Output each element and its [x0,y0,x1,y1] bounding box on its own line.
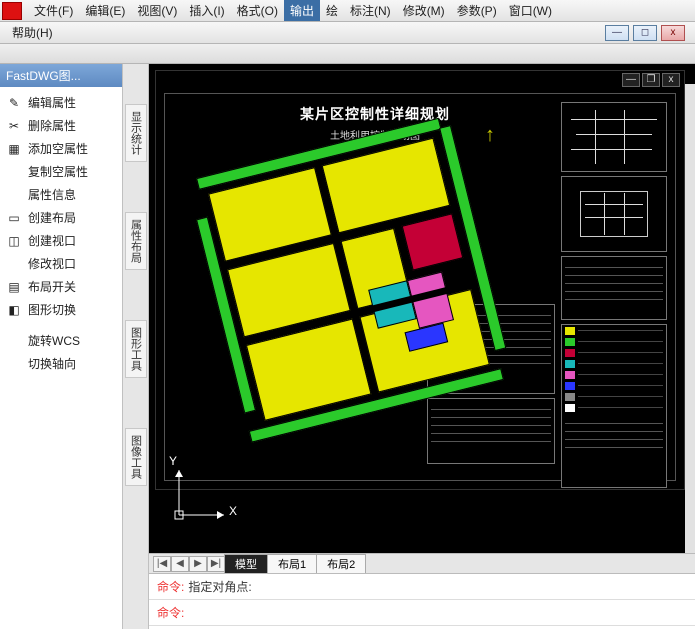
menu-edit[interactable]: 编辑(E) [79,0,131,21]
panel-item-label: 编辑属性 [28,94,76,111]
menu-modify[interactable]: 修改(M) [397,0,451,21]
legend-panel [561,324,667,488]
grid-icon: ▦ [6,141,22,157]
app-icon [2,2,22,20]
minimize-button[interactable]: — [605,25,629,41]
panel-item-add-attr[interactable]: ▦ 添加空属性 [0,137,122,160]
drawing-canvas[interactable]: — ❐ x 某片区控制性详细规划 土地利用控制规划图 ↑ [149,64,695,553]
vtab-attr-layout[interactable]: 属性布局 [125,212,147,270]
menu-draw[interactable]: 绘 [320,0,344,21]
panel-item-switch-drawing[interactable]: ◧ 图形切换 [0,298,122,321]
main-area: FastDWG图... ✎ 编辑属性 ✂ 删除属性 ▦ 添加空属性 复制空属性 属性信… [0,64,695,629]
north-arrow-icon: ↑ [485,124,495,147]
vertical-tabs: 显示统计 属性布局 图形工具 图像工具 [123,64,149,629]
blank-icon [6,187,22,203]
menu-bar-2: 帮助(H) — ◻ x [0,22,695,44]
panel-item-label: 旋转WCS [28,332,80,349]
panel-item-label: 创建布局 [28,209,76,226]
panel-item-del-attr[interactable]: ✂ 删除属性 [0,114,122,137]
layout-tab-model[interactable]: 模型 [224,554,268,574]
vtab-image-tools[interactable]: 图像工具 [125,428,147,486]
viewport-icon: ◫ [6,233,22,249]
panel-item-label: 删除属性 [28,117,76,134]
menu-param[interactable]: 参数(P) [451,0,503,21]
ucs-x-label: X [229,504,237,518]
ucs-y-label: Y [169,454,177,468]
maximize-button[interactable]: ◻ [633,25,657,41]
panel-item-label: 布局开关 [28,278,76,295]
close-button[interactable]: x [661,25,685,41]
panel-item-rotate-wcs[interactable]: 旋转WCS [0,329,122,352]
panel-item-label: 切换轴向 [28,355,76,372]
blank-icon [6,256,22,272]
vtab-graphic-tools[interactable]: 图形工具 [125,320,147,378]
toolbar-strip [0,44,695,64]
drawing-sheet: 某片区控制性详细规划 土地利用控制规划图 ↑ [164,93,676,481]
panel-item-label: 修改视口 [28,255,76,272]
panel-item-info-attr[interactable]: 属性信息 [0,183,122,206]
menu-file[interactable]: 文件(F) [28,0,79,21]
menu-insert[interactable]: 插入(I) [183,0,230,21]
switch-icon: ◧ [6,302,22,318]
menu-annotate[interactable]: 标注(N) [344,0,397,21]
blank-icon [6,333,22,349]
panel-item-mod-viewport[interactable]: 修改视口 [0,252,122,275]
vtab-stats[interactable]: 显示统计 [125,104,147,162]
menu-output[interactable]: 输出 [284,0,320,21]
pencil-icon: ✎ [6,95,22,111]
menu-view[interactable]: 视图(V) [131,0,183,21]
window-buttons: — ◻ x [605,25,695,41]
panel-item-layout-toggle[interactable]: ▤ 布局开关 [0,275,122,298]
vertical-scrollbar[interactable] [685,84,695,553]
panel-item-create-layout[interactable]: ▭ 创建布局 [0,206,122,229]
command-label: 命令: [149,574,186,599]
panel-title[interactable]: FastDWG图... [0,64,122,87]
panel-item-label: 属性信息 [28,186,76,203]
menu-window[interactable]: 窗口(W) [503,0,558,21]
tab-nav-next[interactable]: ▶ [189,556,207,572]
menu-help[interactable]: 帮助(H) [6,22,59,43]
layout-tabs: |◀ ◀ ▶ ▶| 模型 布局1 布局2 [149,553,695,573]
tab-nav-first[interactable]: |◀ [153,556,171,572]
ucs-icon: X Y [169,460,239,533]
document-window: — ❐ x 某片区控制性详细规划 土地利用控制规划图 ↑ [155,70,685,490]
command-input[interactable] [186,600,190,625]
notes-panel [427,398,555,464]
panel-item-label: 创建视口 [28,232,76,249]
doc-maximize-button[interactable]: ❐ [642,73,660,87]
layout-tab-2[interactable]: 布局2 [316,554,366,574]
menu-bar: 文件(F) 编辑(E) 视图(V) 插入(I) 格式(O) 输出 绘 标注(N)… [0,0,695,22]
menu-format[interactable]: 格式(O) [231,0,284,21]
panel-item-label: 添加空属性 [28,140,88,157]
doc-titlebar: — ❐ x [156,71,684,89]
doc-close-button[interactable]: x [662,73,680,87]
keymap-panel [561,102,667,172]
panel-item-create-viewport[interactable]: ◫ 创建视口 [0,229,122,252]
layout-icon: ▭ [6,210,22,226]
tab-nav-prev[interactable]: ◀ [171,556,189,572]
panel-item-edit-attr[interactable]: ✎ 编辑属性 [0,91,122,114]
command-area: 命令: 指定对角点: 命令: [149,573,695,629]
panel-list: ✎ 编辑属性 ✂ 删除属性 ▦ 添加空属性 复制空属性 属性信息 ▭ 创建布局 ◫ 创建视… [0,87,122,379]
panel-item-label: 复制空属性 [28,163,88,180]
doc-minimize-button[interactable]: — [622,73,640,87]
panel-item-switch-axis[interactable]: 切换轴向 [0,352,122,375]
canvas-wrap: — ❐ x 某片区控制性详细规划 土地利用控制规划图 ↑ [149,64,695,629]
toggle-icon: ▤ [6,279,22,295]
tab-nav-last[interactable]: ▶| [207,556,225,572]
blank-icon [6,164,22,180]
table-panel-1 [561,256,667,320]
command-history: 指定对角点: [186,574,253,599]
panel-item-copy-attr[interactable]: 复制空属性 [0,160,122,183]
eraser-icon: ✂ [6,118,22,134]
layout-tab-1[interactable]: 布局1 [267,554,317,574]
index-panel [561,176,667,252]
command-label: 命令: [149,600,186,625]
blank-icon [6,356,22,372]
side-panel: FastDWG图... ✎ 编辑属性 ✂ 删除属性 ▦ 添加空属性 复制空属性 属性信… [0,64,123,629]
panel-item-label: 图形切换 [28,301,76,318]
